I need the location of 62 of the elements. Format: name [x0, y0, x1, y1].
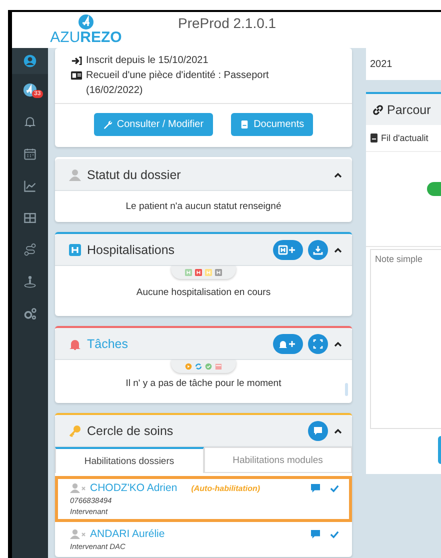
chart-icon[interactable]	[23, 179, 37, 193]
caret-up-icon[interactable]	[334, 246, 342, 252]
note-field[interactable]: Note simple	[370, 249, 441, 429]
check-icon[interactable]	[330, 484, 339, 492]
info-text: Recueil d'une pièce d'identité : Passeport (16/02/2022)	[86, 69, 270, 98]
action-button[interactable]: Consulter / Modifier	[94, 113, 213, 136]
app-title: PreProd 2.1.0.1	[178, 15, 276, 31]
info-text: Inscrit depuis le 15/10/2021	[86, 54, 208, 68]
gears-icon[interactable]	[23, 307, 37, 321]
panel-title: Statut du dossier	[87, 168, 182, 182]
caret-up-icon[interactable]	[334, 428, 342, 434]
calendar-icon[interactable]	[23, 147, 37, 161]
panel-title: Parcour	[387, 102, 431, 116]
hospital-icon	[69, 244, 81, 256]
member-name[interactable]: ANDARI Aurélie	[90, 528, 165, 540]
download-icon	[313, 244, 323, 254]
empty-message: Aucune hospitalisation en cours	[135, 287, 272, 298]
user-icon	[69, 168, 81, 180]
icon-button[interactable]	[273, 334, 303, 354]
comment-icon[interactable]	[311, 530, 320, 538]
scrollbar-thumb[interactable]	[345, 383, 348, 396]
caret-up-icon[interactable]	[334, 172, 342, 178]
member-name[interactable]: CHODZ'KO Adrien	[90, 482, 178, 494]
expand-icon	[313, 338, 323, 348]
tab[interactable]: Habilitations modules	[204, 447, 352, 472]
empty-message: Il n' y a pas de tâche pour le moment	[124, 378, 282, 389]
icon-button[interactable]	[308, 240, 328, 260]
sidebar-item[interactable]	[12, 48, 48, 74]
panel-title: Tâches	[87, 336, 129, 350]
route-icon[interactable]	[23, 243, 37, 257]
icon-button[interactable]	[273, 240, 303, 260]
book-icon	[370, 133, 378, 143]
caret-up-icon[interactable]	[334, 340, 342, 346]
id-card-icon	[71, 71, 82, 80]
logo-text: AZUREZO	[50, 30, 122, 46]
bell-add-icon	[278, 338, 298, 348]
table-icon[interactable]	[23, 211, 37, 225]
wrench-icon	[102, 120, 112, 129]
empty-message: Le patient n'a aucun statut renseigné	[124, 200, 282, 214]
bell-icon[interactable]	[23, 115, 37, 129]
comment-icon	[313, 426, 323, 436]
comment-icon[interactable]	[311, 484, 320, 492]
year-text: 2021	[370, 58, 392, 70]
icon-button[interactable]	[308, 334, 328, 354]
panel-title: Hospitalisations	[87, 242, 176, 256]
user-remove-icon	[70, 529, 86, 539]
bell-icon	[69, 338, 81, 350]
person-pin-icon[interactable]	[23, 275, 37, 289]
book-icon	[240, 120, 249, 129]
link-icon	[372, 104, 384, 116]
user-remove-icon	[70, 483, 86, 493]
sign-in-icon	[71, 56, 82, 65]
user-icon	[23, 54, 37, 68]
member-note: (Auto-habilitation)	[191, 484, 262, 492]
tab[interactable]: Habilitations dossiers	[55, 447, 204, 473]
action-button[interactable]: Documents	[230, 113, 314, 136]
tab[interactable]: Fil d'actualit	[381, 133, 428, 143]
panel-title: Cercle de soins	[87, 424, 174, 438]
check-icon[interactable]	[330, 530, 339, 538]
hospital-add-icon	[278, 244, 298, 254]
key-icon	[69, 424, 81, 436]
icon-button[interactable]	[308, 420, 328, 440]
